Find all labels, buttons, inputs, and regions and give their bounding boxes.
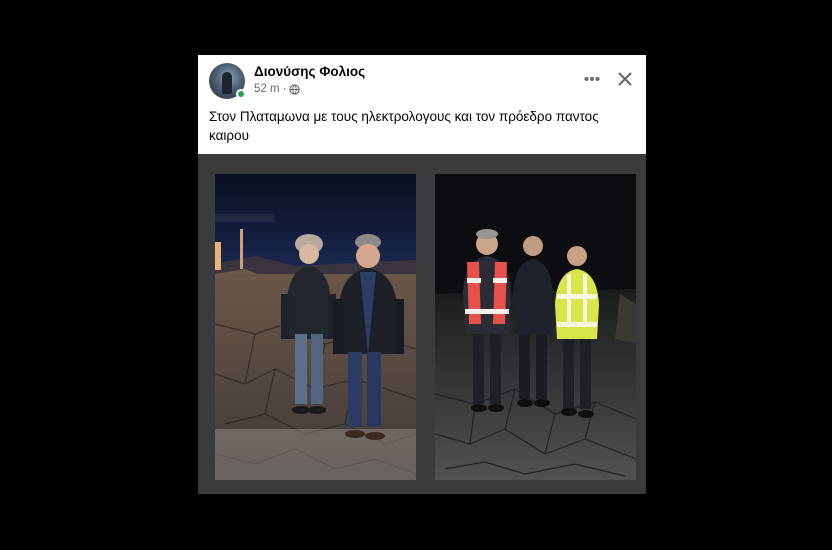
more-options-icon: [584, 77, 600, 81]
author-name[interactable]: Διονύσης Φολιος: [254, 64, 365, 79]
photo-left-image: [215, 174, 416, 480]
photo-two-men-at-night-seaside[interactable]: [215, 174, 416, 480]
close-button[interactable]: [614, 68, 636, 90]
photo-three-men-with-reflective-vests[interactable]: [435, 174, 636, 480]
post-card: Διονύσης Φολιος 52 m · Στον Πλαταμωνα με…: [198, 55, 646, 494]
avatar-figure: [222, 72, 232, 94]
globe-icon: [289, 83, 301, 95]
more-options-button[interactable]: [580, 68, 604, 90]
post-header: Διονύσης Φολιος 52 m · Στον Πλαταμωνα με…: [198, 55, 646, 154]
photo-right-image: [435, 174, 636, 480]
close-icon: [618, 72, 632, 86]
post-text: Στον Πλαταμωνα με τους ηλεκτρολογους και…: [209, 109, 599, 143]
post-time[interactable]: 52 m: [254, 83, 280, 95]
meta-separator: ·: [282, 83, 287, 95]
post-meta: 52 m ·: [254, 83, 301, 95]
online-status-dot: [236, 89, 246, 99]
